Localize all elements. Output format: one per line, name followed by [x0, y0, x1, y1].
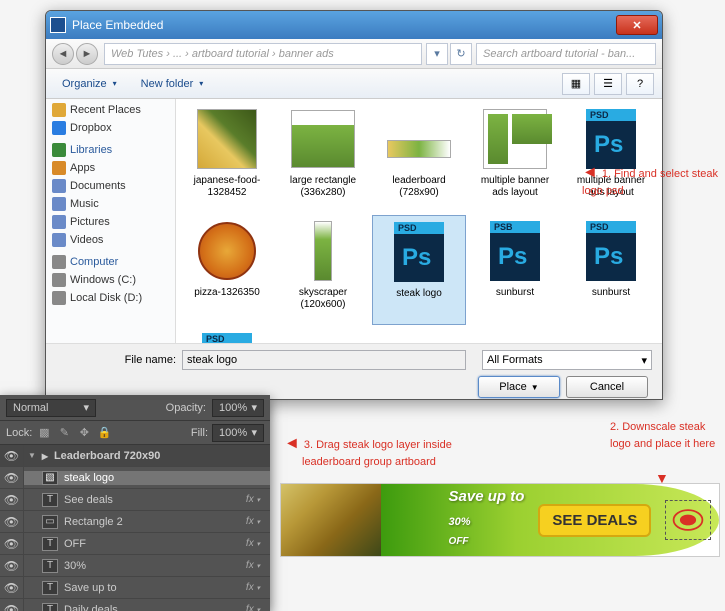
layer-row[interactable]: 👁▭Rectangle 2fx ▾: [0, 511, 270, 533]
titlebar[interactable]: Place Embedded ✕: [46, 11, 662, 39]
steak-logo-placeholder[interactable]: [665, 500, 711, 540]
file-item[interactable]: pizza-1326350: [180, 215, 274, 325]
sidebar-item[interactable]: Videos: [46, 231, 175, 249]
nav-row: ◄ ► Web Tutes › ... › artboard tutorial …: [46, 39, 662, 69]
lock-position-icon[interactable]: ✥: [76, 425, 92, 441]
layers-panel: Normal▾ Opacity: 100%▾ Lock: ▩ ✎ ✥ 🔒 Fil…: [0, 395, 270, 611]
new-folder-button[interactable]: New folder: [133, 74, 212, 94]
layer-row[interactable]: 👁▧steak logo: [0, 467, 270, 489]
dialog-title: Place Embedded: [72, 18, 616, 32]
banner-off: OFF: [449, 531, 525, 553]
cancel-button[interactable]: Cancel: [566, 376, 648, 398]
sidebar-item[interactable]: Windows (C:): [46, 271, 175, 289]
leaderboard-banner: Save up to 30% OFF SEE DEALS: [280, 483, 720, 557]
help-button[interactable]: ?: [626, 73, 654, 95]
layer-row[interactable]: 👁T30%fx ▾: [0, 555, 270, 577]
place-embedded-dialog: Place Embedded ✕ ◄ ► Web Tutes › ... › a…: [45, 10, 663, 400]
visibility-icon[interactable]: 👁: [0, 467, 24, 488]
sidebar-item[interactable]: Dropbox: [46, 119, 175, 137]
visibility-icon[interactable]: 👁: [0, 555, 24, 576]
annotation-3: ◄3. Drag steak logo layer insideleaderbo…: [284, 436, 524, 470]
sidebar-item[interactable]: Apps: [46, 159, 175, 177]
toolbar: Organize New folder ▦ ☰ ?: [46, 69, 662, 99]
lock-paint-icon[interactable]: ✎: [56, 425, 72, 441]
file-item[interactable]: japanese-food-1328452: [180, 103, 274, 213]
filename-input[interactable]: steak logo: [182, 350, 466, 370]
sidebar-item[interactable]: Pictures: [46, 213, 175, 231]
file-item[interactable]: sunburst2: [180, 327, 274, 343]
view-preview-button[interactable]: ▦: [562, 73, 590, 95]
lock-transparency-icon[interactable]: ▩: [36, 425, 52, 441]
file-item[interactable]: leaderboard (728x90): [372, 103, 466, 213]
layer-group[interactable]: 👁 ▼▸Leaderboard 720x90: [0, 445, 270, 467]
close-button[interactable]: ✕: [616, 15, 658, 35]
layer-row[interactable]: 👁TDaily dealsfx ▾: [0, 599, 270, 611]
annotation-1: ◄1. Find and select steak logo.psd: [582, 165, 722, 199]
annotation-2: 2. Downscale steak logo and place it her…: [610, 418, 720, 452]
file-item[interactable]: steak logo: [372, 215, 466, 325]
sidebar-item[interactable]: Recent Places: [46, 101, 175, 119]
dropdown-history-button[interactable]: ▾: [426, 43, 448, 65]
file-area[interactable]: japanese-food-1328452large rectangle (33…: [176, 99, 662, 343]
file-item[interactable]: large rectangle (336x280): [276, 103, 370, 213]
file-item[interactable]: sunburst: [564, 215, 658, 325]
file-item[interactable]: skyscraper (120x600): [276, 215, 370, 325]
layer-row[interactable]: 👁TSave up tofx ▾: [0, 577, 270, 599]
sidebar-item[interactable]: Computer: [46, 253, 175, 271]
visibility-icon[interactable]: 👁: [0, 599, 24, 611]
visibility-icon[interactable]: 👁: [0, 577, 24, 598]
file-item[interactable]: multiple banner ads layout: [468, 103, 562, 213]
filename-label: File name:: [56, 354, 176, 366]
layer-row[interactable]: 👁TOFFfx ▾: [0, 533, 270, 555]
lock-all-icon[interactable]: 🔒: [96, 425, 112, 441]
visibility-icon[interactable]: 👁: [0, 511, 24, 532]
fill-label: Fill:: [191, 427, 208, 439]
sidebar-item[interactable]: Music: [46, 195, 175, 213]
visibility-icon[interactable]: 👁: [0, 533, 24, 554]
see-deals-button[interactable]: SEE DEALS: [538, 504, 651, 537]
nav-sidebar: Recent PlacesDropbox LibrariesAppsDocumen…: [46, 99, 176, 343]
fill-input[interactable]: 100%▾: [212, 424, 264, 442]
organize-button[interactable]: Organize: [54, 74, 125, 94]
lock-label: Lock:: [6, 427, 32, 439]
filter-dropdown[interactable]: All Formats▾: [482, 350, 652, 370]
banner-save-text: Save up to: [449, 488, 525, 505]
view-options-button[interactable]: ☰: [594, 73, 622, 95]
visibility-icon[interactable]: 👁: [0, 445, 24, 466]
place-button[interactable]: Place ▼: [478, 376, 560, 398]
blend-mode-dropdown[interactable]: Normal▾: [6, 399, 96, 417]
banner-percent: 30%: [449, 516, 471, 528]
back-button[interactable]: ◄: [52, 43, 74, 65]
opacity-input[interactable]: 100%▾: [212, 399, 264, 417]
search-input[interactable]: Search artboard tutorial - ban...: [476, 43, 656, 65]
opacity-label: Opacity:: [166, 402, 206, 414]
file-item[interactable]: sunburst: [468, 215, 562, 325]
layer-row[interactable]: 👁TSee dealsfx ▾: [0, 489, 270, 511]
forward-button[interactable]: ►: [76, 43, 98, 65]
visibility-icon[interactable]: 👁: [0, 489, 24, 510]
banner-food-image: [281, 484, 381, 556]
refresh-button[interactable]: ↻: [450, 43, 472, 65]
sidebar-item[interactable]: Libraries: [46, 141, 175, 159]
breadcrumb[interactable]: Web Tutes › ... › artboard tutorial › ba…: [104, 43, 422, 65]
sidebar-item[interactable]: Local Disk (D:): [46, 289, 175, 307]
sidebar-item[interactable]: Documents: [46, 177, 175, 195]
app-icon: [50, 17, 66, 33]
